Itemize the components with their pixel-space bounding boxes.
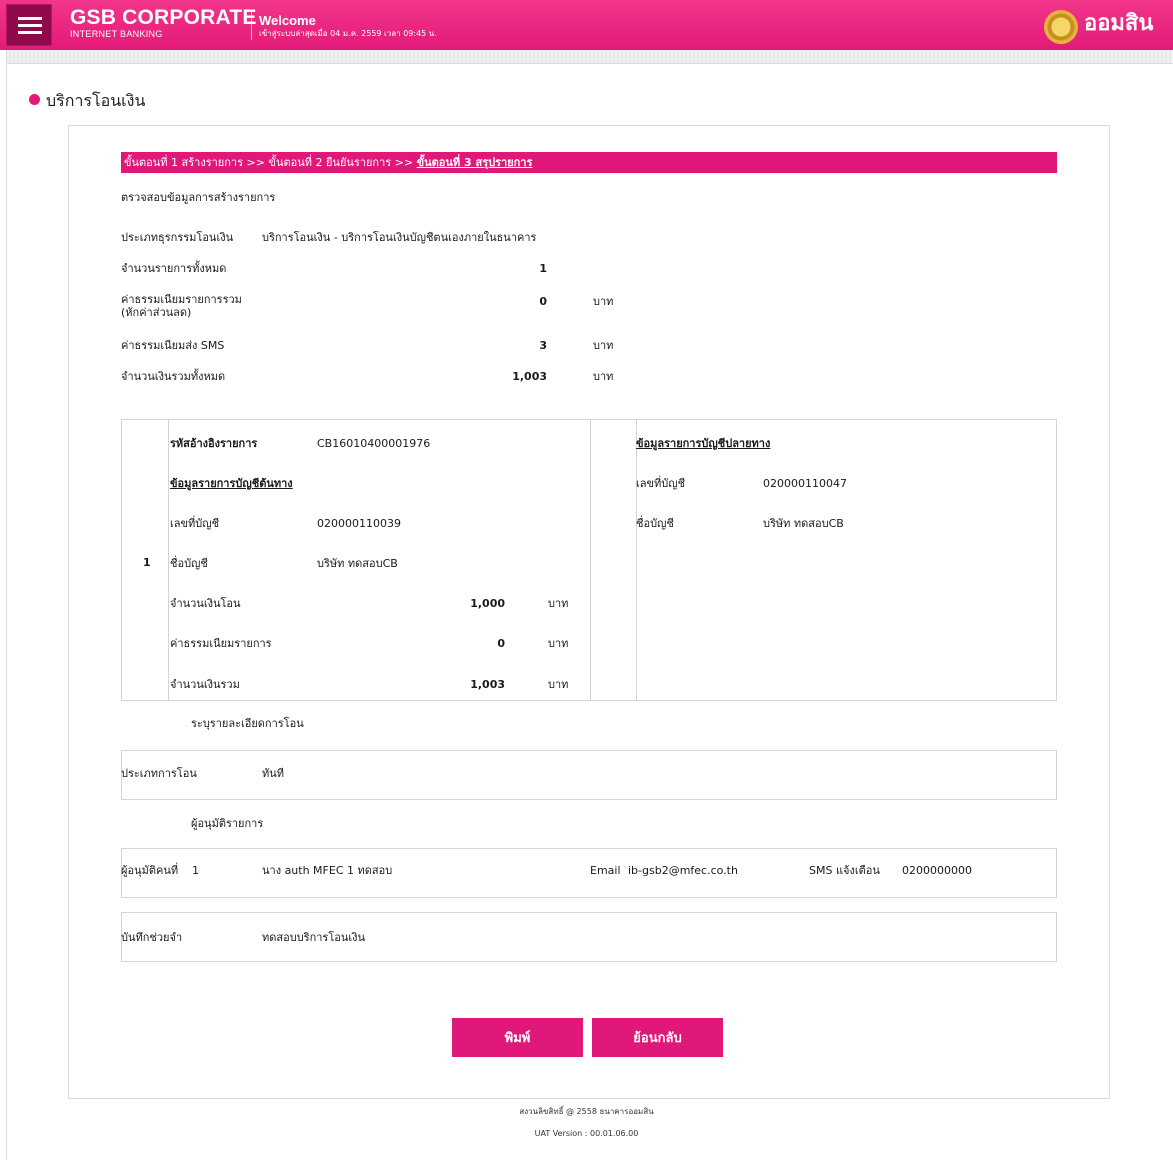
approver-heading: ผู้อนุมัติรายการ <box>191 817 264 830</box>
transaction-detail-table <box>121 419 1057 701</box>
gsb-logo: ออมสิน <box>1044 10 1156 44</box>
destination-account-name: บริษัท ทดสอบCB <box>763 517 844 530</box>
sms-fee-unit: บาท <box>593 339 614 352</box>
fee-value: 0 <box>539 295 547 308</box>
memo-value: ทดสอบบริการโอนเงิน <box>262 931 366 944</box>
total-amount-unit: บาท <box>593 370 614 383</box>
amount-label: จำนวนเงินโอน <box>170 597 241 610</box>
total-items-label: จำนวนรายการทั้งหมด <box>121 262 227 275</box>
transfer-details-heading: ระบุรายละเอียดการโอน <box>191 717 304 730</box>
source-account-no: 020000110039 <box>317 517 401 530</box>
fee-label-note: (หักค่าส่วนลด) <box>121 306 192 319</box>
step-progress-bar: ขั้นตอนที่ 1 สร้างรายการ >> ขั้นตอนที่ 2… <box>121 152 1057 173</box>
total-items-value: 1 <box>539 262 547 275</box>
approver-number: 1 <box>192 864 199 877</box>
detail-total-label: จำนวนเงินรวม <box>170 678 240 691</box>
ref-label: รหัสอ้างอิงรายการ <box>170 437 258 450</box>
brand-title: GSB CORPORATE <box>70 6 257 29</box>
txn-type-value: บริการโอนเงิน - บริการโอนเงินบัญชีตนเองภ… <box>262 231 537 244</box>
fee-unit: บาท <box>593 295 614 308</box>
seal-icon <box>1044 10 1078 44</box>
approver-label: ผู้อนุมัติคนที่ <box>121 864 179 877</box>
memo-label: บันทึกช่วยจำ <box>121 931 183 944</box>
sms-fee-label: ค่าธรรมเนียมส่ง SMS <box>121 339 225 352</box>
logo-text: ออมสิน <box>1084 11 1154 36</box>
destination-account-no-label: เลขที่บัญชี <box>636 477 686 490</box>
source-account-name: บริษัท ทดสอบCB <box>317 557 398 570</box>
txn-type-label: ประเภทธุรกรรมโอนเงิน <box>121 231 234 244</box>
source-account-heading: ข้อมูลรายการบัญชีต้นทาง <box>170 477 293 490</box>
destination-account-no: 020000110047 <box>763 477 847 490</box>
approver-email-label: Email <box>590 864 621 877</box>
approver-sms-label: SMS แจ้งเตือน <box>809 864 880 877</box>
header-divider <box>251 10 252 40</box>
page-title: บริการโอนเงิน <box>46 91 146 110</box>
step-current: ขั้นตอนที่ 3 สรุปรายการ <box>416 156 533 169</box>
destination-account-heading: ข้อมูลรายการบัญชีปลายทาง <box>636 437 771 450</box>
print-button[interactable]: พิมพ์ <box>452 1018 583 1057</box>
menu-bar-icon <box>18 31 42 34</box>
source-account-name-label: ชื่อบัญชี <box>170 557 208 570</box>
approver-name: นาง auth MFEC 1 ทดสอบ <box>262 864 393 877</box>
detail-fee-label: ค่าธรรมเนียมรายการ <box>170 637 272 650</box>
menu-bar-icon <box>18 24 42 27</box>
transfer-type-value: ทันที <box>262 767 285 780</box>
approver-email: ib-gsb2@mfec.co.th <box>628 864 738 877</box>
row-number: 1 <box>143 556 151 569</box>
source-account-no-label: เลขที่บัญชี <box>170 517 220 530</box>
fee-label: ค่าธรรมเนียมรายการรวม <box>121 293 242 306</box>
brand-subtitle: INTERNET BANKING <box>70 29 163 39</box>
table-divider <box>168 420 169 700</box>
version-text: UAT Version : 00.01.06.00 <box>534 1129 639 1138</box>
summary-heading: ตรวจสอบข้อมูลการสร้างรายการ <box>121 191 276 204</box>
brand[interactable]: GSB CORPORATE INTERNET BANKING <box>70 6 257 40</box>
transfer-type-label: ประเภทการโอน <box>121 767 197 780</box>
amount-unit: บาท <box>548 597 569 610</box>
sms-fee-value: 3 <box>539 339 547 352</box>
menu-bar-icon <box>18 17 42 20</box>
copyright-text: สงวนลิขสิทธิ์ @ 2558 ธนาคารออมสิน <box>519 1107 654 1116</box>
ref-value: CB16010400001976 <box>317 437 431 450</box>
hamburger-menu-button[interactable] <box>6 4 52 46</box>
amount-value: 1,000 <box>470 597 505 610</box>
approver-sms-number: 0200000000 <box>902 864 972 877</box>
destination-account-name-label: ชื่อบัญชี <box>636 517 674 530</box>
last-login-text: เข้าสู่ระบบล่าสุดเมื่อ 04 ม.ค. 2559 เวลา… <box>259 29 437 38</box>
bullet-icon <box>29 94 40 105</box>
back-button[interactable]: ย้อนกลับ <box>592 1018 723 1057</box>
welcome-block: Welcome เข้าสู่ระบบล่าสุดเมื่อ 04 ม.ค. 2… <box>259 14 437 39</box>
total-amount-label: จำนวนเงินรวมทั้งหมด <box>121 370 226 383</box>
table-divider <box>636 420 637 700</box>
detail-total-value: 1,003 <box>470 678 505 691</box>
table-divider <box>590 420 591 700</box>
total-amount-value: 1,003 <box>512 370 547 383</box>
steps-previous: ขั้นตอนที่ 1 สร้างรายการ >> ขั้นตอนที่ 2… <box>124 156 417 169</box>
detail-fee-unit: บาท <box>548 637 569 650</box>
detail-fee-value: 0 <box>497 637 505 650</box>
top-bar: GSB CORPORATE INTERNET BANKING Welcome เ… <box>0 0 1173 50</box>
detail-total-unit: บาท <box>548 678 569 691</box>
welcome-title: Welcome <box>259 13 316 28</box>
header-band <box>7 50 1173 64</box>
